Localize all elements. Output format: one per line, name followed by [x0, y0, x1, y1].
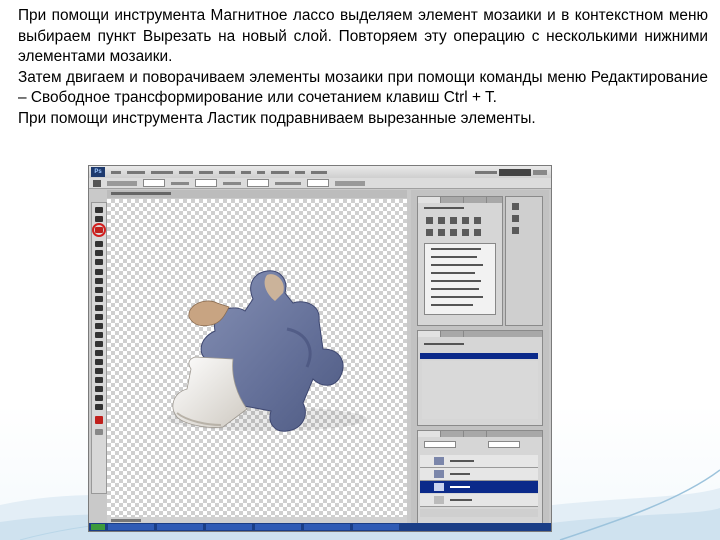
- blend-mode-select[interactable]: [424, 441, 456, 448]
- dodge-tool-icon[interactable]: [95, 332, 103, 338]
- gradient-tool-icon[interactable]: [95, 314, 103, 320]
- zoom-tool-icon[interactable]: [95, 404, 103, 410]
- marquee-tool-icon[interactable]: [95, 216, 103, 222]
- exposure-icon[interactable]: [462, 217, 469, 224]
- paragraph-eraser: При помощи инструмента Ластик подравнива…: [18, 109, 536, 127]
- ps-canvas-transparent[interactable]: [107, 199, 407, 517]
- path-selection-tool-icon[interactable]: [95, 359, 103, 365]
- panel-tab-masks[interactable]: [441, 197, 464, 203]
- panel-tab-actions[interactable]: [441, 331, 464, 337]
- eyedropper-tool-icon[interactable]: [95, 259, 103, 265]
- layer-row-2[interactable]: [420, 468, 538, 481]
- panel-icon-1[interactable]: [512, 203, 519, 210]
- clone-stamp-tool-icon[interactable]: [95, 287, 103, 293]
- ps-document-tab[interactable]: [107, 190, 407, 198]
- windows-taskbar: [89, 523, 551, 531]
- brightness-icon[interactable]: [426, 217, 433, 224]
- type-tool-icon[interactable]: [95, 350, 103, 356]
- taskbar-item-3[interactable]: [206, 524, 252, 530]
- vibrance-icon[interactable]: [474, 217, 481, 224]
- 3d-camera-tool-icon[interactable]: [95, 386, 103, 392]
- quick-mask-icon[interactable]: [95, 429, 103, 435]
- adjustments-panel: [417, 196, 503, 326]
- layer-row-4[interactable]: [420, 494, 538, 507]
- paragraph-magnetic-lasso: При помощи инструмента Магнитное лассо в…: [18, 7, 708, 65]
- panel-tab-styles[interactable]: [464, 197, 487, 203]
- layer-row-1[interactable]: [420, 455, 538, 468]
- channel-mixer-icon[interactable]: [474, 229, 481, 236]
- layers-footer: [420, 509, 538, 517]
- history-panel: [417, 330, 543, 426]
- start-button[interactable]: [91, 524, 105, 530]
- opacity-field[interactable]: [488, 441, 520, 448]
- ps-workspace-box[interactable]: [499, 168, 531, 176]
- ps-workspace-switcher[interactable]: [475, 168, 547, 176]
- taskbar-item-4[interactable]: [255, 524, 301, 530]
- history-brush-tool-icon[interactable]: [95, 296, 103, 302]
- panel-tab-channels[interactable]: [441, 431, 464, 437]
- layers-panel: [417, 430, 543, 524]
- foreground-color-swatch[interactable]: [95, 416, 103, 424]
- shape-tool-icon[interactable]: [95, 368, 103, 374]
- highlight-circle: [92, 223, 106, 237]
- ps-logo: Ps: [91, 167, 105, 177]
- ps-toolbox: [91, 202, 107, 494]
- panel-icon-2[interactable]: [512, 215, 519, 222]
- levels-icon[interactable]: [438, 217, 445, 224]
- 3d-rotate-tool-icon[interactable]: [95, 377, 103, 383]
- panel-icon-3[interactable]: [512, 227, 519, 234]
- hand-tool-icon[interactable]: [95, 395, 103, 401]
- photoshop-screenshot: Ps: [88, 165, 552, 532]
- slide-text: При помощи инструмента Магнитное лассо в…: [18, 6, 708, 129]
- ps-panels-area: [411, 190, 549, 525]
- taskbar-item-2[interactable]: [157, 524, 203, 530]
- panel-tab-paths[interactable]: [464, 431, 487, 437]
- brush-tool-icon[interactable]: [95, 278, 103, 284]
- pen-tool-icon[interactable]: [95, 341, 103, 347]
- layer-row-selected[interactable]: [420, 481, 538, 493]
- paragraph-free-transform: Затем двигаем и поворачиваем элементы мо…: [18, 68, 708, 107]
- blur-tool-icon[interactable]: [95, 323, 103, 329]
- taskbar-item-6[interactable]: [353, 524, 399, 530]
- hue-saturation-icon[interactable]: [426, 229, 433, 236]
- option-field-1[interactable]: [143, 179, 165, 187]
- taskbar-item-1[interactable]: [108, 524, 154, 530]
- presets-list[interactable]: [424, 243, 496, 315]
- panel-tab-history[interactable]: [418, 331, 441, 337]
- photo-filter-icon[interactable]: [462, 229, 469, 236]
- tool-preset-icon[interactable]: [93, 179, 101, 187]
- color-balance-icon[interactable]: [438, 229, 445, 236]
- history-state-selected[interactable]: [420, 353, 538, 359]
- ps-menu-items: [111, 170, 327, 174]
- ps-menubar: Ps: [89, 166, 551, 178]
- crop-tool-icon[interactable]: [95, 250, 103, 256]
- black-white-icon[interactable]: [450, 229, 457, 236]
- healing-tool-icon[interactable]: [95, 269, 103, 275]
- panel-tab-layers[interactable]: [418, 431, 441, 437]
- quick-selection-tool-icon[interactable]: [95, 241, 103, 247]
- option-field-2[interactable]: [195, 179, 217, 187]
- eraser-tool-icon[interactable]: [95, 305, 103, 311]
- side-icons-panel: [505, 196, 543, 326]
- option-field-4[interactable]: [307, 179, 329, 187]
- option-field-3[interactable]: [247, 179, 269, 187]
- puzzle-piece-image: [167, 270, 367, 432]
- move-tool-icon[interactable]: [95, 207, 103, 213]
- curves-icon[interactable]: [450, 217, 457, 224]
- ps-options-bar: [89, 178, 551, 189]
- panel-tab-adjustments[interactable]: [418, 197, 441, 203]
- taskbar-item-5[interactable]: [304, 524, 350, 530]
